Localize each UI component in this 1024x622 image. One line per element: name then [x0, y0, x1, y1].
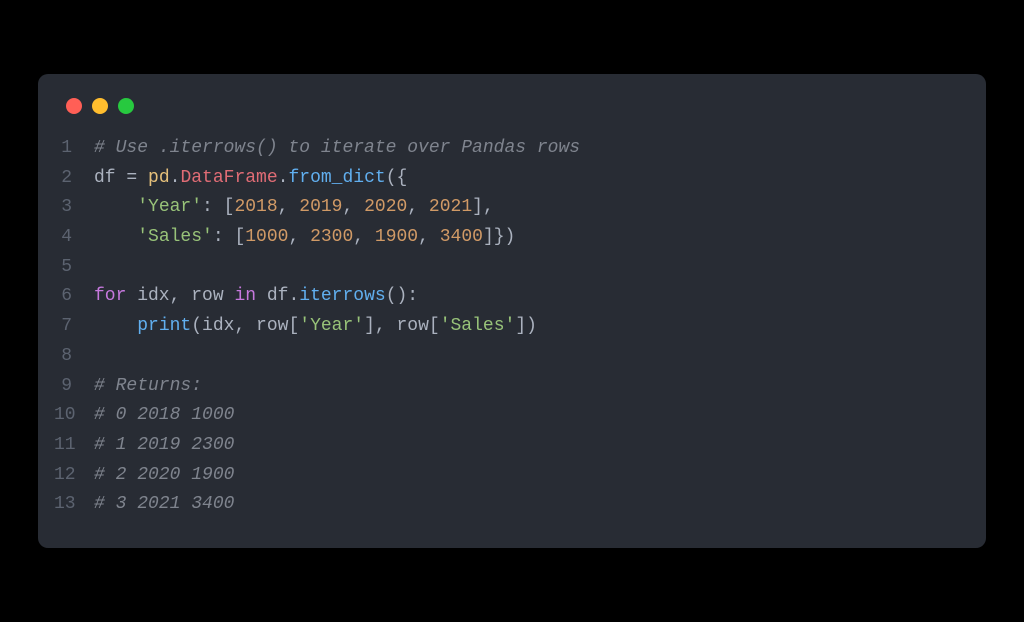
line-content: for idx, row in df.iterrows():: [94, 282, 418, 312]
code-token: ,: [418, 227, 440, 247]
code-token: [94, 227, 137, 247]
code-token: # 2 2020 1900: [94, 465, 234, 485]
line-number: 13: [54, 490, 94, 520]
code-token: 3400: [440, 227, 483, 247]
code-token: 2300: [310, 227, 353, 247]
code-token: =: [126, 168, 148, 188]
line-content: # Use .iterrows() to iterate over Pandas…: [94, 134, 580, 164]
code-token: 2021: [429, 197, 472, 217]
code-token: : [: [202, 197, 234, 217]
code-token: ]): [515, 316, 537, 336]
code-line: 8: [54, 342, 962, 372]
code-line: 1# Use .iterrows() to iterate over Panda…: [54, 134, 962, 164]
line-content: # 3 2021 3400: [94, 490, 234, 520]
line-content: # 2 2020 1900: [94, 461, 234, 491]
code-line: 7 print(idx, row['Year'], row['Sales']): [54, 312, 962, 342]
code-token: (idx, row[: [191, 316, 299, 336]
line-number: 6: [54, 282, 94, 312]
code-token: # Returns:: [94, 376, 202, 396]
code-token: 'Sales': [440, 316, 516, 336]
code-token: ,: [342, 197, 364, 217]
code-token: 2019: [299, 197, 342, 217]
line-content: # 1 2019 2300: [94, 431, 234, 461]
code-line: 6for idx, row in df.iterrows():: [54, 282, 962, 312]
code-token: ():: [386, 286, 418, 306]
code-token: 1900: [375, 227, 418, 247]
line-number: 5: [54, 253, 94, 283]
code-token: ,: [278, 197, 300, 217]
line-number: 4: [54, 223, 94, 253]
code-token: ],: [472, 197, 494, 217]
code-line: 5: [54, 253, 962, 283]
code-token: for: [94, 286, 126, 306]
code-token: ], row[: [364, 316, 440, 336]
window-titlebar: [38, 74, 986, 134]
code-token: .: [278, 168, 289, 188]
code-token: idx, row: [126, 286, 234, 306]
line-number: 3: [54, 193, 94, 223]
code-token: # Use .iterrows() to iterate over Pandas…: [94, 138, 580, 158]
line-content: 'Sales': [1000, 2300, 1900, 3400]}): [94, 223, 515, 253]
code-token: [94, 316, 137, 336]
minimize-icon[interactable]: [92, 98, 108, 114]
line-content: print(idx, row['Year'], row['Sales']): [94, 312, 537, 342]
code-token: 2020: [364, 197, 407, 217]
code-token: 'Year': [299, 316, 364, 336]
line-number: 2: [54, 164, 94, 194]
code-window: 1# Use .iterrows() to iterate over Panda…: [38, 74, 986, 548]
code-token: # 3 2021 3400: [94, 494, 234, 514]
code-token: # 1 2019 2300: [94, 435, 234, 455]
line-number: 9: [54, 372, 94, 402]
code-line: 9# Returns:: [54, 372, 962, 402]
code-token: # 0 2018 1000: [94, 405, 234, 425]
code-token: ,: [407, 197, 429, 217]
code-token: ,: [288, 227, 310, 247]
line-number: 11: [54, 431, 94, 461]
line-number: 1: [54, 134, 94, 164]
code-line: 4 'Sales': [1000, 2300, 1900, 3400]}): [54, 223, 962, 253]
code-area: 1# Use .iterrows() to iterate over Panda…: [38, 134, 986, 520]
code-line: 10# 0 2018 1000: [54, 401, 962, 431]
line-number: 12: [54, 461, 94, 491]
code-line: 13# 3 2021 3400: [54, 490, 962, 520]
line-number: 7: [54, 312, 94, 342]
code-token: ]}): [483, 227, 515, 247]
code-token: 1000: [245, 227, 288, 247]
code-token: print: [137, 316, 191, 336]
line-content: # 0 2018 1000: [94, 401, 234, 431]
close-icon[interactable]: [66, 98, 82, 114]
code-token: df.: [256, 286, 299, 306]
code-token: .: [170, 168, 181, 188]
code-token: from_dict: [288, 168, 385, 188]
code-token: 2018: [234, 197, 277, 217]
code-line: 3 'Year': [2018, 2019, 2020, 2021],: [54, 193, 962, 223]
code-token: ,: [353, 227, 375, 247]
maximize-icon[interactable]: [118, 98, 134, 114]
line-content: df = pd.DataFrame.from_dict({: [94, 164, 407, 194]
code-token: [94, 197, 137, 217]
code-line: 2df = pd.DataFrame.from_dict({: [54, 164, 962, 194]
code-token: DataFrame: [180, 168, 277, 188]
code-token: df: [94, 168, 126, 188]
line-content: 'Year': [2018, 2019, 2020, 2021],: [94, 193, 494, 223]
code-token: in: [234, 286, 256, 306]
code-line: 11# 1 2019 2300: [54, 431, 962, 461]
code-token: ({: [386, 168, 408, 188]
code-token: 'Sales': [137, 227, 213, 247]
code-token: 'Year': [137, 197, 202, 217]
code-token: iterrows: [299, 286, 385, 306]
code-token: : [: [213, 227, 245, 247]
line-number: 8: [54, 342, 94, 372]
line-content: # Returns:: [94, 372, 202, 402]
code-token: pd: [148, 168, 170, 188]
code-line: 12# 2 2020 1900: [54, 461, 962, 491]
line-number: 10: [54, 401, 94, 431]
